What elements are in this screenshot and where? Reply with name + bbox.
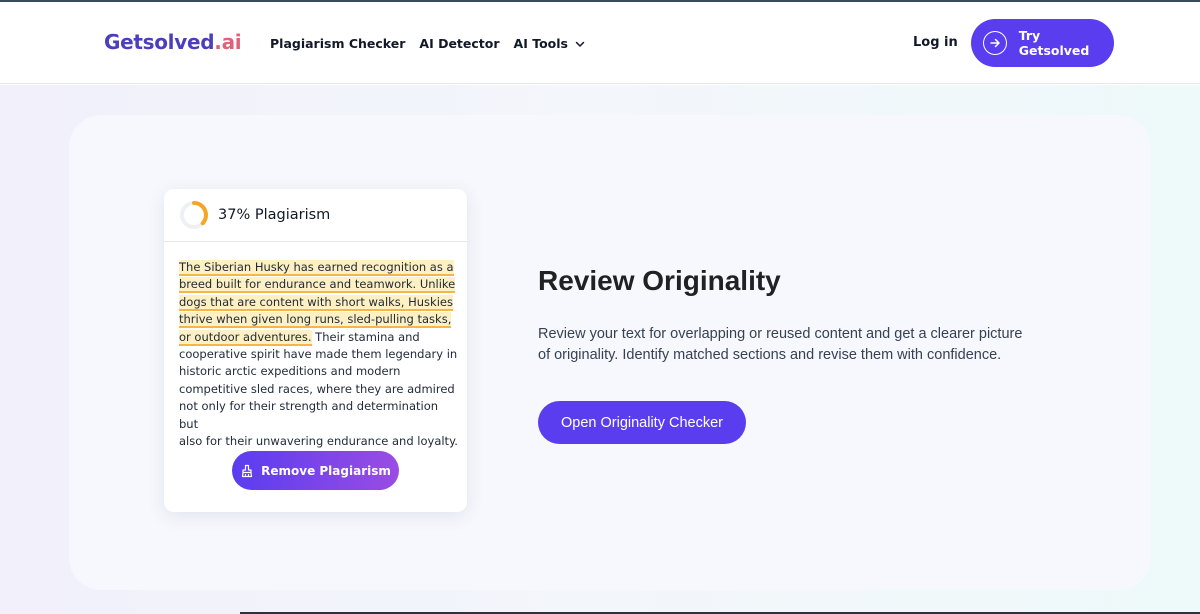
plagiarism-score: 37% Plagiarism: [218, 207, 331, 223]
open-originality-checker-button[interactable]: Open Originality Checker: [538, 401, 746, 444]
highlighted-line: dogs that are content with short walks, …: [179, 294, 453, 311]
text-line: Their stamina and: [311, 329, 420, 344]
try-getsolved-button[interactable]: Try Getsolved: [971, 19, 1114, 67]
highlighted-line: The Siberian Husky has earned recognitio…: [179, 260, 454, 276]
brush-icon: [242, 464, 253, 477]
login-link[interactable]: Log in: [913, 35, 958, 50]
text-line: competitive sled races, where they are a…: [179, 381, 455, 396]
nav-label: AI Detector: [419, 36, 500, 51]
nav-label: AI Tools: [513, 36, 568, 51]
text-line: also for their unwavering endurance and …: [179, 434, 458, 449]
text-line: historic arctic expeditions and modern: [179, 364, 401, 379]
logo-text: Getsolved: [104, 30, 215, 54]
text-line: cooperative spirit have made them legend…: [179, 347, 458, 362]
chevron-down-icon: [575, 41, 585, 47]
highlighted-line: breed built for endurance and teamwork. …: [179, 277, 456, 294]
remove-plagiarism-label: Remove Plagiarism: [261, 463, 391, 478]
feature-title: Review Originality: [538, 265, 781, 296]
text-line: not only for their strength and determin…: [179, 399, 439, 431]
site-header: Getsolved.ai Plagiarism Checker AI Detec…: [0, 2, 1200, 84]
feature-description: Review your text for overlapping or reus…: [538, 326, 1023, 363]
sample-text: The Siberian Husky has earned recognitio…: [179, 259, 459, 450]
plagiarism-score-ring-icon: [180, 201, 208, 229]
nav-plagiarism-checker[interactable]: Plagiarism Checker: [270, 36, 405, 51]
main-nav: Plagiarism Checker AI Detector AI Tools: [270, 36, 600, 51]
remove-plagiarism-button[interactable]: Remove Plagiarism: [232, 451, 399, 490]
highlighted-line: or outdoor adventures.: [179, 329, 312, 346]
card-header: 37% Plagiarism: [164, 189, 467, 242]
try-getsolved-label: Try Getsolved: [1018, 28, 1090, 58]
logo-suffix: .ai: [214, 30, 242, 54]
open-originality-checker-label: Open Originality Checker: [561, 414, 723, 431]
nav-label: Plagiarism Checker: [270, 36, 406, 51]
nav-ai-tools[interactable]: AI Tools: [514, 36, 586, 51]
arrow-right-circle-icon: [983, 31, 1007, 55]
plagiarism-card: 37% Plagiarism The Siberian Husky has ea…: [164, 189, 467, 512]
logo[interactable]: Getsolved.ai: [104, 30, 242, 54]
highlighted-line: thrive when given long runs, sled-pullin…: [179, 312, 452, 329]
nav-ai-detector[interactable]: AI Detector: [419, 36, 499, 51]
